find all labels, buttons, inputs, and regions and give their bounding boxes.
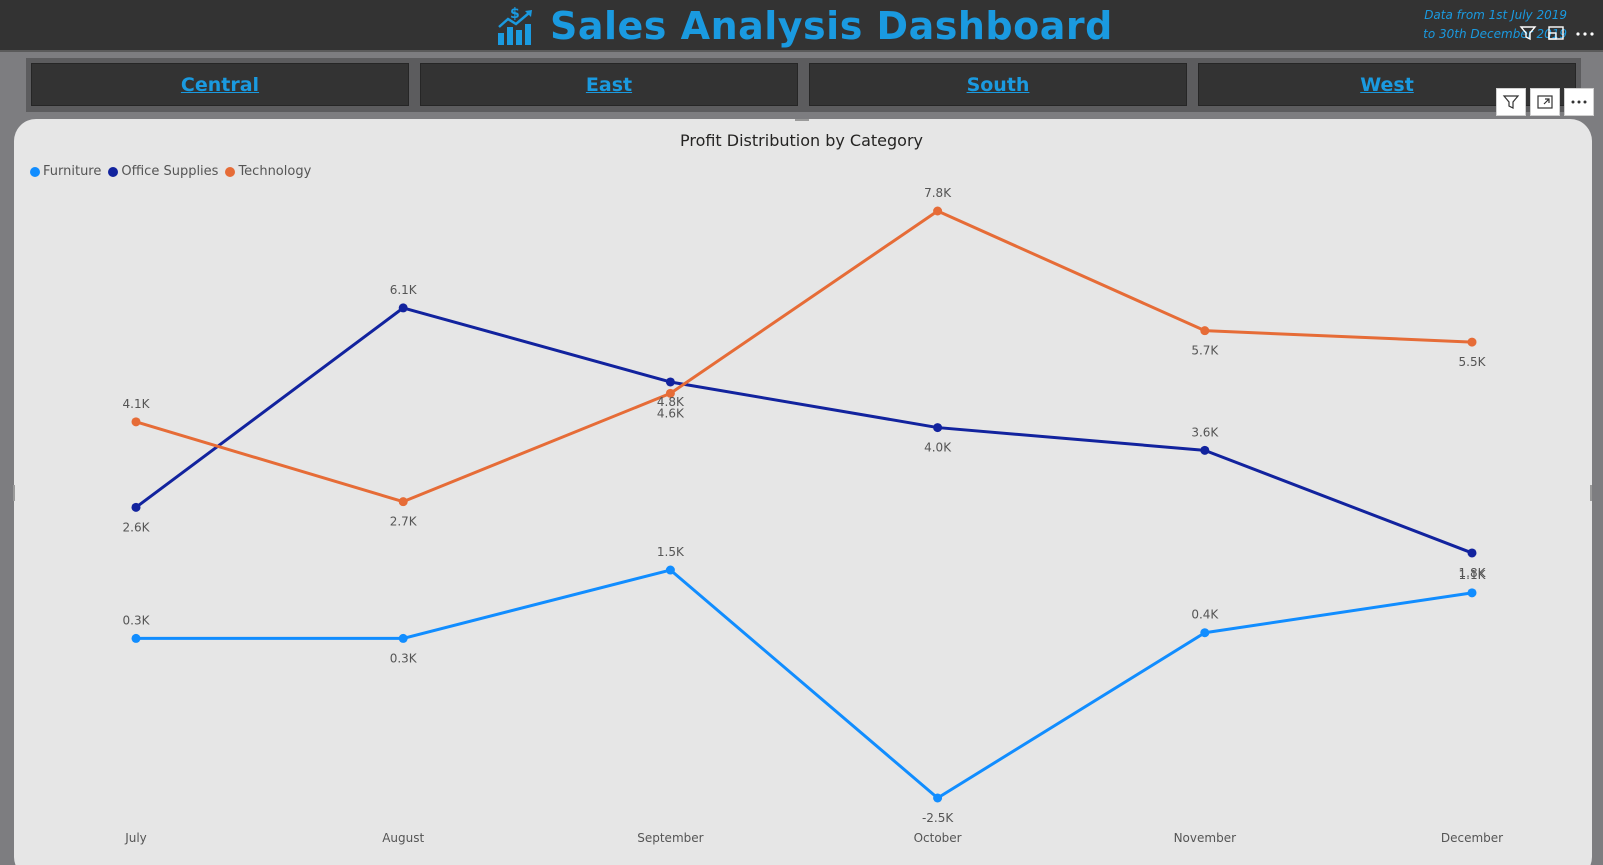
data-label: 4.0K: [924, 441, 952, 455]
data-label: 4.6K: [657, 406, 685, 420]
data-label: 5.7K: [1191, 344, 1219, 358]
data-label: 6.1K: [390, 283, 418, 297]
data-label: -2.5K: [922, 811, 954, 825]
dashboard-page: $ Sales Analysis Dashboard Data from 1st…: [0, 0, 1603, 865]
data-point[interactable]: [1467, 337, 1477, 347]
data-label: 5.5K: [1459, 355, 1487, 369]
data-point[interactable]: [1467, 588, 1477, 598]
data-point[interactable]: [1200, 326, 1210, 336]
x-tick-label: August: [382, 831, 424, 845]
data-label: 2.6K: [123, 520, 151, 534]
data-point[interactable]: [398, 303, 408, 313]
data-point[interactable]: [131, 502, 141, 512]
x-tick-label: December: [1441, 831, 1503, 845]
data-label: 3.6K: [1191, 425, 1219, 439]
data-label: 1.5K: [657, 545, 685, 559]
data-point[interactable]: [933, 423, 943, 433]
data-point[interactable]: [131, 633, 141, 643]
data-label: 0.3K: [390, 651, 418, 665]
data-label: 7.8K: [924, 186, 952, 200]
x-tick-label: July: [124, 831, 147, 845]
data-label: 4.1K: [123, 397, 151, 411]
data-label: 0.4K: [1191, 608, 1219, 622]
data-label: 2.7K: [390, 515, 418, 529]
data-point[interactable]: [665, 565, 675, 575]
data-label: 0.3K: [123, 613, 151, 627]
series-line-furniture[interactable]: [136, 568, 1473, 800]
data-point[interactable]: [665, 377, 675, 387]
data-point[interactable]: [1200, 628, 1210, 638]
x-tick-label: September: [637, 831, 703, 845]
data-point[interactable]: [398, 497, 408, 507]
x-tick-label: November: [1174, 831, 1236, 845]
data-point[interactable]: [131, 417, 141, 427]
data-point[interactable]: [933, 793, 943, 803]
data-point[interactable]: [1467, 548, 1477, 558]
series-line-office-supplies[interactable]: [135, 306, 1473, 555]
data-point[interactable]: [933, 206, 943, 216]
line-chart-plot: July August September October November Decemb…: [123, 186, 1504, 845]
x-tick-label: October: [914, 831, 962, 845]
data-point[interactable]: [398, 633, 408, 643]
data-point[interactable]: [1200, 445, 1210, 455]
data-label: 1.8K: [1459, 566, 1487, 580]
